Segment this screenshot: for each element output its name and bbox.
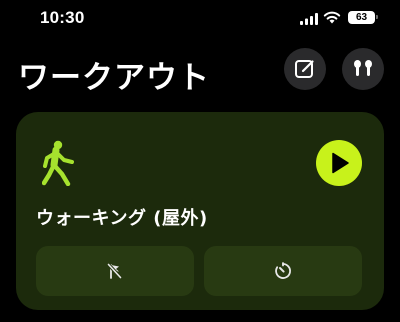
workout-card[interactable]: ウォーキング (屋外) bbox=[16, 112, 384, 310]
timer-icon bbox=[275, 262, 291, 279]
airpods-icon bbox=[354, 60, 372, 76]
no-goal-flag-icon bbox=[106, 262, 123, 280]
walking-figure-icon bbox=[42, 140, 74, 186]
signal-icon bbox=[300, 13, 318, 25]
wifi-icon bbox=[323, 11, 341, 24]
status-bar: 10:30 63 bbox=[0, 0, 400, 40]
battery-icon: 63 bbox=[348, 11, 375, 24]
edit-button[interactable] bbox=[284, 48, 326, 90]
no-goal-button[interactable] bbox=[36, 246, 194, 296]
airpods-button[interactable] bbox=[342, 48, 384, 90]
edit-icon bbox=[295, 60, 314, 78]
timer-button[interactable] bbox=[204, 246, 362, 296]
play-icon bbox=[332, 152, 349, 174]
start-workout-button[interactable] bbox=[316, 140, 362, 186]
battery-level: 63 bbox=[355, 12, 368, 23]
page-title: ワークアウト bbox=[18, 60, 210, 96]
status-time: 10:30 bbox=[40, 8, 85, 27]
workout-name: ウォーキング (屋外) bbox=[36, 208, 208, 229]
battery-tip bbox=[376, 15, 378, 19]
